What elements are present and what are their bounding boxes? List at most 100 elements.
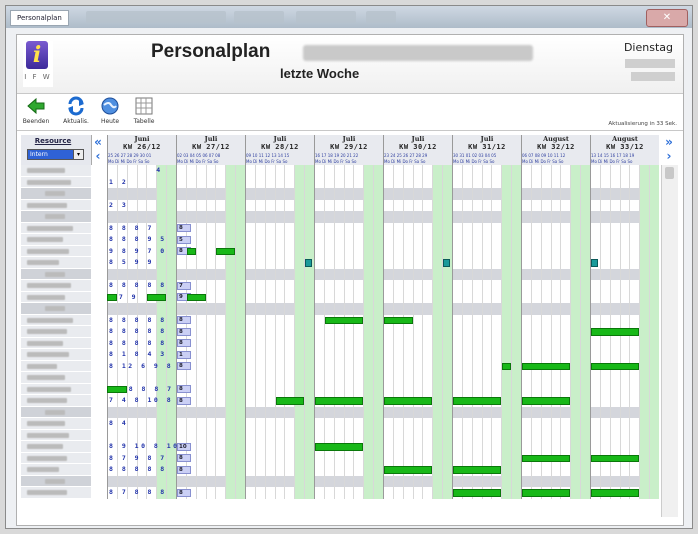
hours-chip[interactable]: 1 — [177, 350, 191, 359]
grid-line — [304, 165, 306, 177]
resource-name[interactable] — [21, 257, 91, 269]
chevron-right-icon[interactable]: › — [661, 149, 677, 163]
assignment-bar[interactable] — [384, 316, 413, 324]
assignment-bar[interactable] — [591, 328, 640, 336]
schedule-row — [107, 303, 659, 315]
resource-group-header[interactable] — [21, 475, 91, 487]
resource-name[interactable] — [21, 452, 91, 464]
exit-button[interactable]: Beenden — [23, 96, 49, 128]
scrollbar-thumb[interactable] — [665, 167, 674, 179]
assignment-bar[interactable] — [147, 293, 167, 301]
grid-line — [590, 280, 591, 292]
window-tab[interactable]: Personalplan — [10, 10, 69, 26]
assignment-bar[interactable] — [107, 385, 127, 393]
resource-name[interactable] — [21, 418, 91, 430]
special-marker[interactable] — [591, 259, 598, 267]
resource-name[interactable] — [21, 464, 91, 476]
hours-chip[interactable]: 8 — [177, 465, 191, 474]
hours-chip[interactable]: 10 — [177, 442, 191, 451]
assignment-bar[interactable] — [522, 454, 571, 462]
double-chevron-left-icon[interactable]: « — [91, 135, 105, 149]
hours-chip[interactable]: 8 — [177, 327, 191, 336]
assignment-bar[interactable] — [216, 247, 236, 255]
assignment-bar[interactable] — [591, 362, 640, 370]
resource-name[interactable] — [21, 165, 91, 177]
resource-name[interactable] — [21, 291, 91, 303]
hours-chip[interactable]: 5 — [177, 235, 191, 244]
vertical-scrollbar[interactable] — [661, 165, 678, 517]
week-header: Juli KW 30/12 23 24 25 26 27 28 29 Mo Di Mi… — [383, 135, 452, 165]
resource-group-header[interactable] — [21, 211, 91, 223]
assignment-bar[interactable] — [453, 489, 502, 497]
grid-line — [353, 406, 355, 418]
resource-name[interactable] — [21, 429, 91, 441]
assignment-bar[interactable] — [453, 397, 502, 405]
hours-chip[interactable]: 8 — [177, 339, 191, 347]
resource-name[interactable] — [21, 234, 91, 246]
today-button[interactable]: Heute — [97, 96, 123, 128]
grid-line — [619, 464, 621, 476]
resource-name[interactable] — [21, 314, 91, 326]
resource-group-header[interactable] — [21, 268, 91, 280]
grid-line — [432, 383, 434, 395]
assignment-bar[interactable] — [315, 443, 364, 451]
assignment-bar[interactable] — [275, 397, 305, 405]
hours-chip[interactable]: 8 — [177, 396, 191, 405]
resource-name[interactable] — [21, 280, 91, 292]
assignment-bar[interactable] — [502, 362, 512, 370]
resource-name[interactable] — [21, 326, 91, 338]
assignment-bar[interactable] — [107, 293, 117, 301]
assignment-bar[interactable] — [591, 489, 640, 497]
assignment-bar[interactable] — [522, 397, 571, 405]
grid-line — [264, 487, 266, 499]
resource-group-header[interactable] — [21, 188, 91, 200]
close-icon[interactable]: ✕ — [646, 9, 688, 27]
special-marker[interactable] — [305, 259, 313, 267]
special-marker[interactable] — [443, 259, 451, 267]
hours-chip[interactable]: 8 — [177, 385, 191, 393]
hours-chip[interactable]: 7 — [177, 281, 191, 290]
resource-name[interactable] — [21, 441, 91, 453]
hours-chip[interactable]: 8 — [177, 454, 191, 462]
chevron-left-icon[interactable]: ‹ — [91, 149, 105, 163]
assignment-bar[interactable] — [453, 466, 502, 474]
assignment-bar[interactable] — [591, 454, 640, 462]
resource-name[interactable] — [21, 176, 91, 188]
resource-select[interactable]: Intern — [27, 149, 75, 160]
assignment-bar[interactable] — [186, 293, 206, 301]
resource-label: Resource — [34, 137, 72, 145]
assignment-bar[interactable] — [522, 362, 571, 370]
resource-name[interactable] — [21, 199, 91, 211]
blurred-name — [27, 202, 67, 208]
resource-name[interactable] — [21, 349, 91, 361]
resource-name[interactable] — [21, 372, 91, 384]
resource-group-header[interactable] — [21, 406, 91, 418]
hours-chip[interactable]: 8 — [177, 224, 191, 232]
prev-week-nav[interactable]: « ‹ — [91, 135, 105, 165]
assignment-bar[interactable] — [315, 397, 364, 405]
next-week-nav[interactable]: » › — [661, 135, 677, 165]
resource-group-header[interactable] — [21, 303, 91, 315]
resource-name[interactable] — [21, 383, 91, 395]
hours-chip[interactable]: 8 — [177, 316, 191, 324]
resource-name[interactable] — [21, 360, 91, 372]
table-button[interactable]: Tabelle — [131, 96, 157, 128]
resource-name[interactable] — [21, 487, 91, 499]
assignment-bar[interactable] — [186, 247, 196, 255]
grid-line — [550, 475, 552, 487]
double-chevron-right-icon[interactable]: » — [661, 135, 677, 149]
assignment-bar[interactable] — [384, 397, 433, 405]
assignment-bar[interactable] — [384, 466, 433, 474]
resource-name[interactable] — [21, 222, 91, 234]
chevron-down-icon[interactable]: ▾ — [73, 149, 84, 160]
resource-name[interactable] — [21, 245, 91, 257]
grid-line — [442, 222, 444, 234]
resource-name[interactable] — [21, 337, 91, 349]
resource-name[interactable] — [21, 395, 91, 407]
refresh-button[interactable]: Aktualis. — [63, 96, 89, 128]
assignment-bar[interactable] — [522, 489, 571, 497]
grid-line — [550, 176, 552, 188]
assignment-bar[interactable] — [324, 316, 364, 324]
hours-chip[interactable]: 8 — [177, 362, 191, 370]
hours-chip[interactable]: 8 — [177, 488, 191, 497]
